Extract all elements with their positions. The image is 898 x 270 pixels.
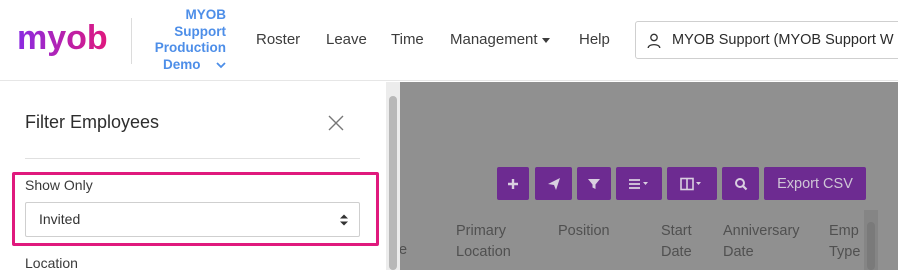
nav-leave[interactable]: Leave	[326, 31, 367, 48]
list-options-button[interactable]	[616, 167, 662, 200]
business-name-line-2: Support	[174, 23, 226, 39]
business-name-line-3: Production	[154, 40, 226, 55]
column-header-primary-location[interactable]: Primary Location	[456, 221, 511, 263]
top-navigation-bar: myob MYOB Support Production Demo Roster…	[0, 0, 898, 81]
svg-text:myob: myob	[17, 22, 108, 57]
panel-divider	[25, 158, 360, 159]
column-header-line: Start	[661, 223, 692, 239]
user-icon	[647, 33, 661, 49]
filter-button[interactable]	[577, 167, 611, 200]
user-menu[interactable]: MYOB Support (MYOB Support W	[635, 21, 898, 59]
columns-icon	[680, 177, 701, 190]
business-name-line-4: Demo	[162, 56, 201, 72]
filter-icon	[588, 178, 600, 189]
column-header-employment-type[interactable]: Emp Type	[829, 221, 864, 263]
nav-roster[interactable]: Roster	[256, 31, 300, 48]
send-invite-button[interactable]	[535, 167, 572, 200]
location-label: Location	[25, 255, 78, 270]
plus-icon	[508, 178, 518, 189]
chevron-down-icon	[216, 57, 226, 74]
select-arrows-icon	[340, 214, 348, 226]
table-scrollbar-thumb[interactable]	[867, 222, 875, 270]
column-header-position[interactable]: Position	[558, 221, 610, 242]
logo-divider	[131, 18, 132, 64]
column-header-line: Location	[456, 244, 511, 260]
myob-logo[interactable]: myob	[17, 19, 117, 62]
column-header-line: Position	[558, 223, 610, 239]
nav-time[interactable]: Time	[391, 31, 424, 48]
caret-down-icon	[541, 37, 550, 43]
nav-management-label: Management	[450, 31, 538, 48]
user-name: MYOB Support (MYOB Support W	[672, 32, 894, 48]
search-button[interactable]	[722, 167, 759, 200]
column-header-start-date[interactable]: Start Date	[661, 221, 692, 263]
nav-help[interactable]: Help	[579, 31, 610, 48]
column-header-line: Emp	[829, 223, 859, 239]
column-header-line: Date	[661, 244, 692, 260]
export-csv-button[interactable]: Export CSV	[764, 167, 866, 200]
add-button[interactable]	[497, 167, 529, 200]
nav-management[interactable]: Management	[450, 31, 550, 48]
list-menu-icon	[629, 178, 648, 189]
business-name-line-1: MYOB	[185, 7, 227, 22]
column-header-line: Anniversary	[723, 223, 800, 239]
filter-panel-title: Filter Employees	[25, 112, 160, 132]
column-header-line: Primary	[456, 223, 506, 239]
show-only-label: Show Only	[25, 177, 93, 193]
column-header-line: Date	[723, 244, 754, 260]
column-header-partial: e	[399, 242, 408, 258]
close-icon[interactable]	[326, 113, 346, 133]
show-only-select[interactable]: Invited	[25, 202, 360, 237]
send-icon	[547, 177, 560, 190]
columns-button[interactable]	[667, 167, 717, 200]
search-icon	[734, 177, 747, 190]
column-header-line: Type	[829, 244, 861, 260]
business-switcher[interactable]: MYOB Support Production Demo	[140, 7, 226, 73]
filter-panel-scrollbar-thumb[interactable]	[389, 96, 397, 270]
show-only-value: Invited	[39, 211, 81, 227]
column-header-anniversary-date[interactable]: Anniversary Date	[723, 221, 800, 263]
